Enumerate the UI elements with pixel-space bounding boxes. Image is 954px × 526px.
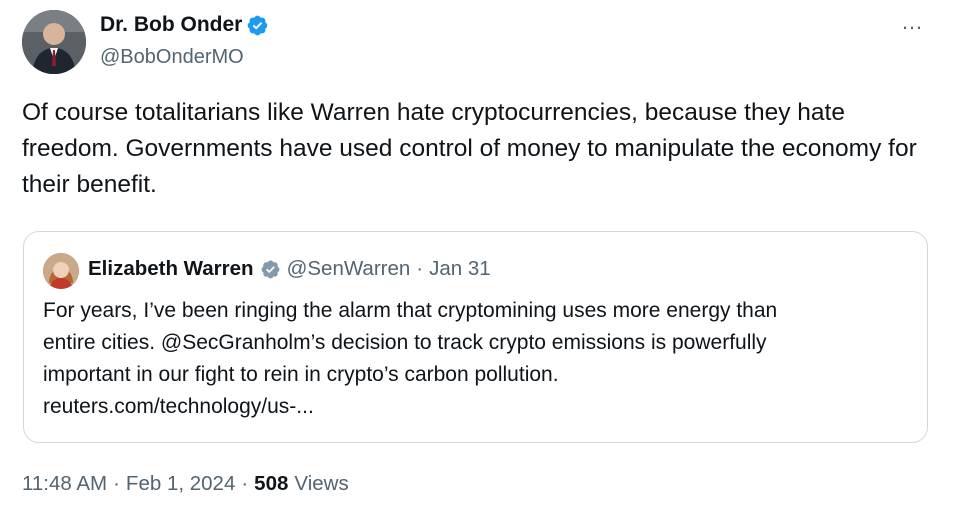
tweet-date[interactable]: Feb 1, 2024 [126, 470, 235, 498]
tweet-time[interactable]: 11:48 AM [22, 470, 107, 498]
verified-badge-icon [246, 14, 269, 37]
views-label: Views [294, 472, 349, 495]
views-count: 508 [254, 472, 289, 495]
quote-author-avatar [43, 253, 79, 289]
quoted-tweet[interactable]: Elizabeth Warren @SenWarren · Jan 31 For… [23, 231, 928, 443]
quote-text-line: entire cities. @SecGranholm’s decision t… [43, 331, 767, 354]
tweet-meta: 11:48 AM · Feb 1, 2024 · 508 Views [22, 470, 349, 498]
author-handle[interactable]: @BobOnderMO [100, 44, 244, 70]
meta-separator: · [241, 472, 249, 495]
verified-badge-icon [260, 259, 281, 280]
quote-link[interactable]: reuters.com/technology/us-... [43, 391, 913, 423]
quote-author-handle[interactable]: @SenWarren [287, 256, 411, 282]
quote-header: Elizabeth Warren @SenWarren · Jan 31 [88, 256, 491, 282]
meta-separator: · [113, 472, 120, 495]
tweet-text: Of course totalitarians like Warren hate… [22, 99, 917, 198]
author-avatar[interactable] [22, 10, 86, 74]
more-options-icon[interactable]: … [901, 11, 924, 33]
quote-separator: · [416, 257, 424, 280]
author-name[interactable]: Dr. Bob Onder [100, 12, 242, 38]
author-name-row: Dr. Bob Onder [100, 12, 269, 38]
quote-text-line: important in our fight to rein in crypto… [43, 363, 559, 386]
quote-date[interactable]: Jan 31 [429, 256, 491, 282]
quote-author-name[interactable]: Elizabeth Warren [88, 256, 254, 282]
quote-text-line: For years, I’ve been ringing the alarm t… [43, 299, 778, 322]
quote-text: For years, I’ve been ringing the alarm t… [43, 295, 913, 423]
